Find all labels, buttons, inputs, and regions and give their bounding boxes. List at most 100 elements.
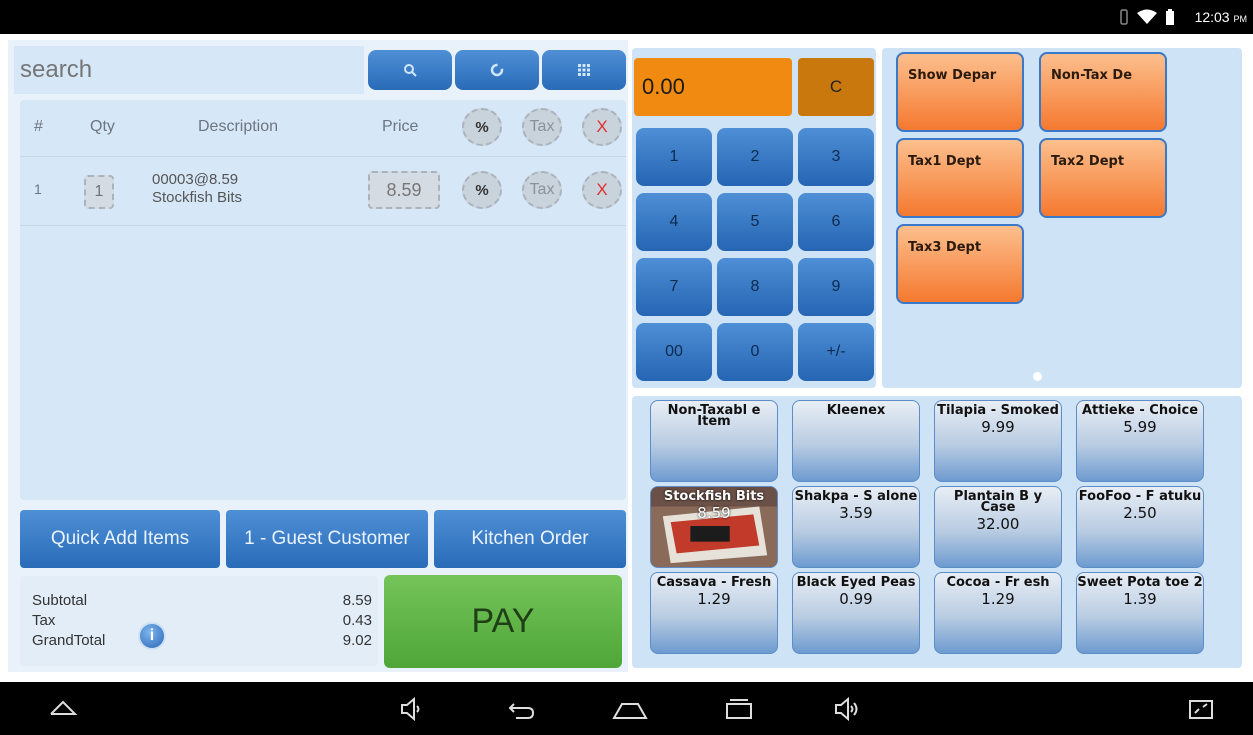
tax-all-button[interactable]: Tax [522, 108, 562, 146]
item-label: Cassava - Fresh [656, 575, 772, 590]
item-foofoo[interactable]: FooFoo - F atuku 2.50 [1076, 486, 1204, 568]
refresh-button[interactable] [455, 50, 539, 90]
items-panel: Non-Taxabl e Item Kleenex Tilapia - Smok… [632, 396, 1242, 668]
key-1[interactable]: 1 [636, 128, 712, 186]
key-6[interactable]: 6 [798, 193, 874, 251]
key-2[interactable]: 2 [717, 128, 793, 186]
item-sweet-potatoe[interactable]: Sweet Pota toe 2 1.39 [1076, 572, 1204, 654]
item-price: 2.50 [1123, 504, 1157, 522]
key-7[interactable]: 7 [636, 258, 712, 316]
item-price: 8.59 [697, 504, 731, 522]
key-00[interactable]: 00 [636, 323, 712, 381]
table-row[interactable]: 1 1 00003@8.59 Stockfish Bits 8.59 % Tax… [20, 156, 626, 226]
dept-show-departments[interactable]: Show Depar [896, 52, 1024, 132]
cart-header: # Qty Description Price % Tax X [20, 100, 626, 156]
item-price: 3.59 [839, 504, 873, 522]
item-label: Tilapia - Smoked [937, 403, 1059, 418]
screenshot-icon[interactable] [1186, 694, 1216, 724]
wifi-icon [1137, 9, 1157, 24]
item-price: 0.99 [839, 590, 873, 608]
pos-screen: 12:03 PM # Qty Description Price % Tax X… [0, 0, 1253, 735]
search-icon [404, 64, 417, 77]
item-non-taxable[interactable]: Non-Taxabl e Item [650, 400, 778, 482]
tax-label: Tax [32, 612, 56, 629]
item-cocoa[interactable]: Cocoa - Fr esh 1.29 [934, 572, 1062, 654]
price-field[interactable]: 8.59 [368, 171, 440, 209]
key-8[interactable]: 8 [717, 258, 793, 316]
page-indicator-dot [1033, 372, 1042, 381]
pay-button[interactable]: PAY [384, 575, 622, 668]
item-label: Plantain B y Case [953, 489, 1043, 515]
item-label: Sweet Pota toe 2 [1077, 575, 1203, 590]
delete-item-button[interactable]: X [582, 171, 622, 209]
key-0[interactable]: 0 [717, 323, 793, 381]
item-attieke[interactable]: Attieke - Choice 5.99 [1076, 400, 1204, 482]
dept-tax1[interactable]: Tax1 Dept [896, 138, 1024, 218]
item-label: Black Eyed Peas [796, 575, 916, 590]
tax-value: 0.43 [342, 612, 372, 629]
quick-add-items-tab[interactable]: Quick Add Items [20, 510, 220, 568]
dept-non-tax[interactable]: Non-Tax De [1039, 52, 1167, 132]
subtotal-value: 8.59 [342, 592, 372, 609]
item-label: Shakpa - S alone [794, 489, 918, 504]
clock: 12:03 PM [1194, 9, 1247, 25]
home-icon[interactable] [610, 694, 650, 724]
home-up-icon[interactable] [48, 694, 78, 724]
vibrate-icon [1120, 9, 1128, 25]
search-input[interactable] [14, 46, 364, 94]
qty-field[interactable]: 1 [84, 175, 114, 209]
item-stockfish[interactable]: Stockfish Bits 8.59 [650, 486, 778, 568]
item-shakpa[interactable]: Shakpa - S alone 3.59 [792, 486, 920, 568]
key-5[interactable]: 5 [717, 193, 793, 251]
dept-tax3[interactable]: Tax3 Dept [896, 224, 1024, 304]
col-price: Price [382, 118, 419, 135]
item-price: 1.29 [697, 590, 731, 608]
item-cassava[interactable]: Cassava - Fresh 1.29 [650, 572, 778, 654]
item-price: 1.29 [981, 590, 1015, 608]
volume-up-icon[interactable] [832, 694, 862, 724]
search-button[interactable] [368, 50, 452, 90]
item-code: 00003@8.59 [152, 171, 239, 188]
item-label: FooFoo - F atuku [1078, 489, 1202, 504]
col-qty: Qty [90, 118, 115, 135]
row-num: 1 [34, 181, 42, 197]
navigation-bar [0, 682, 1253, 735]
battery-icon [1166, 9, 1174, 25]
clear-button[interactable]: C [798, 58, 874, 116]
search-bar [14, 46, 626, 94]
key-4[interactable]: 4 [636, 193, 712, 251]
cart-table: # Qty Description Price % Tax X 1 1 0000… [20, 100, 626, 500]
tax-button[interactable]: Tax [522, 171, 562, 209]
totals-box: Subtotal 8.59 Tax 0.43 GrandTotal 9.02 i [20, 576, 378, 666]
barcode-button[interactable] [542, 50, 626, 90]
item-kleenex[interactable]: Kleenex [792, 400, 920, 482]
item-plantain[interactable]: Plantain B y Case 32.00 [934, 486, 1062, 568]
dept-tax2[interactable]: Tax2 Dept [1039, 138, 1167, 218]
item-price: 32.00 [976, 515, 1020, 533]
key-9[interactable]: 9 [798, 258, 874, 316]
back-icon[interactable] [506, 694, 536, 724]
recents-icon[interactable] [724, 694, 754, 724]
key-plus-minus[interactable]: +/- [798, 323, 874, 381]
item-price: 9.99 [981, 418, 1015, 436]
item-tilapia[interactable]: Tilapia - Smoked 9.99 [934, 400, 1062, 482]
kitchen-order-tab[interactable]: Kitchen Order [434, 510, 626, 568]
key-3[interactable]: 3 [798, 128, 874, 186]
item-black-eyed-peas[interactable]: Black Eyed Peas 0.99 [792, 572, 920, 654]
item-label: Attieke - Choice [1081, 403, 1199, 418]
discount-all-button[interactable]: % [462, 108, 502, 146]
item-label: Kleenex [826, 403, 886, 418]
customer-tab[interactable]: 1 - Guest Customer [226, 510, 428, 568]
refresh-icon [490, 63, 504, 77]
info-icon[interactable]: i [138, 622, 166, 650]
barcode-icon [578, 64, 590, 76]
grandtotal-value: 9.02 [342, 632, 372, 649]
item-label: Stockfish Bits [663, 489, 765, 504]
status-bar: 12:03 PM [0, 0, 1253, 34]
col-description: Description [198, 118, 279, 135]
discount-button[interactable]: % [462, 171, 502, 209]
col-num: # [34, 118, 43, 135]
volume-down-icon[interactable] [396, 694, 426, 724]
grandtotal-label: GrandTotal [32, 632, 106, 649]
delete-all-button[interactable]: X [582, 108, 622, 146]
